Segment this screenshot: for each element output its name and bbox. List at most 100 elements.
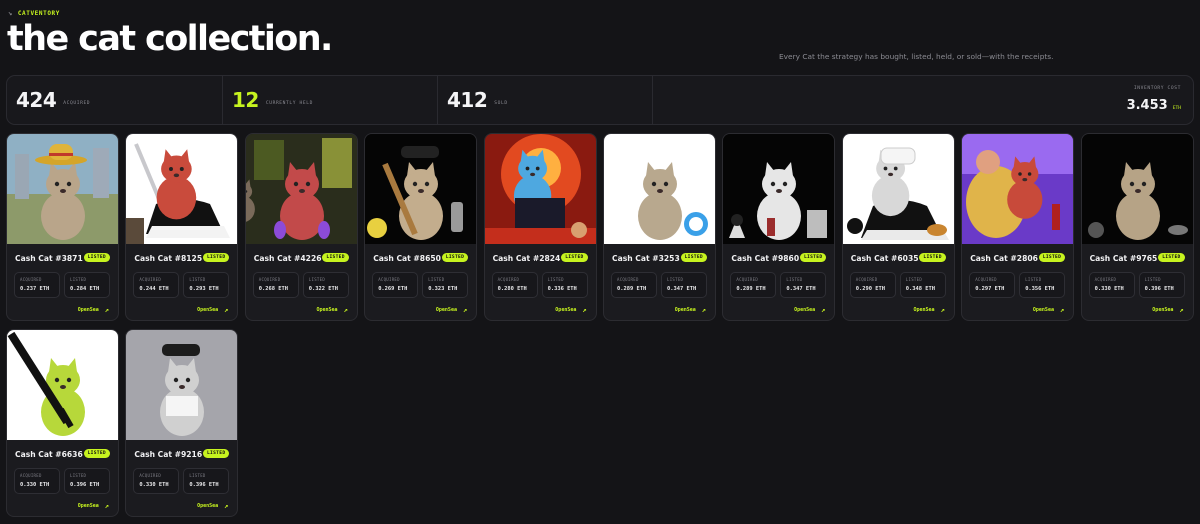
- cat-name: Cash Cat #6035: [850, 254, 919, 263]
- status-badge: LISTED: [322, 253, 349, 262]
- listed-price: 0.293 ETH: [189, 286, 219, 292]
- cat-card[interactable]: Cash Cat #8125 LISTED ACQUIRED 0.244 ETH…: [125, 133, 239, 321]
- cat-name: Cash Cat #6636: [15, 450, 83, 459]
- listed-label: LISTED: [70, 277, 87, 282]
- opensea-link[interactable]: OpenSea ↗: [914, 306, 945, 314]
- cat-card[interactable]: Cash Cat #9860 LISTED ACQUIRED 0.289 ETH…: [722, 133, 836, 321]
- cat-card[interactable]: Cash Cat #9765 LISTED ACQUIRED 0.330 ETH…: [1080, 133, 1194, 321]
- page-subtitle: Every Cat the strategy has bought, liste…: [779, 52, 1054, 61]
- external-link-icon: ↗: [104, 306, 109, 314]
- cat-name: Cash Cat #9216: [134, 450, 203, 459]
- cat-card[interactable]: Cash Cat #2806 LISTED ACQUIRED 0.297 ETH…: [961, 133, 1075, 321]
- cat-image[interactable]: [723, 134, 835, 244]
- acquired-price-box: ACQUIRED 0.297 ETH: [969, 272, 1016, 298]
- external-link-icon: ↗: [582, 306, 587, 314]
- status-badge: LISTED: [83, 253, 110, 262]
- cat-name: Cash Cat #3253: [612, 254, 680, 263]
- acquired-price: 0.280 ETH: [497, 286, 527, 292]
- acquired-price-box: ACQUIRED 0.268 ETH: [252, 272, 299, 298]
- cat-name: Cash Cat #2824: [492, 254, 561, 263]
- acquired-price-box: ACQUIRED 0.289 ETH: [730, 272, 777, 298]
- acquired-price: 0.289 ETH: [617, 286, 647, 292]
- cat-image[interactable]: [126, 134, 238, 244]
- status-badge: LISTED: [202, 449, 230, 458]
- opensea-link[interactable]: OpenSea ↗: [78, 306, 109, 314]
- opensea-link[interactable]: OpenSea ↗: [555, 306, 586, 314]
- brand-label: CATVENTORY: [17, 9, 60, 17]
- stat-sold: 412 SOLD: [438, 76, 653, 124]
- cat-card[interactable]: Cash Cat #8650 LISTED ACQUIRED 0.269 ETH…: [364, 133, 478, 321]
- stat-held: 12 CURRENTLY HELD: [223, 76, 438, 124]
- cat-card[interactable]: Cash Cat #6035 LISTED ACQUIRED 0.290 ETH…: [841, 133, 955, 321]
- opensea-link[interactable]: OpenSea ↗: [1033, 306, 1064, 314]
- status-badge: LISTED: [1038, 253, 1066, 262]
- acquired-price-box: ACQUIRED 0.280 ETH: [491, 272, 538, 298]
- opensea-label: OpenSea: [77, 503, 99, 509]
- opensea-label: OpenSea: [197, 503, 219, 509]
- opensea-link[interactable]: OpenSea ↗: [78, 502, 109, 510]
- opensea-link[interactable]: OpenSea ↗: [436, 306, 467, 314]
- cat-image[interactable]: [604, 134, 715, 244]
- acquired-price-box: ACQUIRED 0.244 ETH: [133, 272, 180, 298]
- cat-card[interactable]: Cash Cat #9216 LISTED ACQUIRED 0.330 ETH…: [125, 329, 239, 517]
- listed-price-box: LISTED 0.322 ETH: [302, 272, 349, 298]
- cat-card[interactable]: Cash Cat #4226 LISTED ACQUIRED 0.268 ETH…: [244, 133, 358, 321]
- cat-image[interactable]: [484, 134, 596, 244]
- cat-image[interactable]: [7, 134, 118, 244]
- stat-sold-label: SOLD: [494, 100, 508, 106]
- acquired-price: 0.289 ETH: [736, 286, 766, 292]
- listed-price: 0.284 ETH: [70, 286, 100, 292]
- opensea-link[interactable]: OpenSea ↗: [197, 502, 228, 510]
- cat-art-stop-cat-cap: [126, 330, 238, 440]
- listed-label: LISTED: [667, 277, 684, 282]
- opensea-link[interactable]: OpenSea ↗: [1152, 306, 1183, 314]
- cat-card[interactable]: Cash Cat #3871 LISTED ACQUIRED 0.237 ETH…: [6, 133, 119, 321]
- cat-image[interactable]: [962, 134, 1074, 244]
- cat-image[interactable]: [7, 330, 118, 440]
- listed-price-box: LISTED 0.348 ETH: [899, 272, 946, 298]
- listed-label: LISTED: [70, 473, 87, 478]
- opensea-label: OpenSea: [435, 307, 457, 313]
- stat-acquired-value: 424: [16, 88, 57, 112]
- opensea-label: OpenSea: [674, 307, 696, 313]
- stats-bar: 424 ACQUIRED 12 CURRENTLY HELD 412 SOLD …: [6, 75, 1194, 125]
- opensea-link[interactable]: OpenSea ↗: [794, 306, 825, 314]
- cat-name: Cash Cat #9765: [1089, 254, 1158, 263]
- listed-label: LISTED: [189, 473, 206, 478]
- listed-price-box: LISTED 0.347 ETH: [661, 272, 707, 298]
- cat-art-red-maid-cat-with-sword: [126, 134, 238, 244]
- listed-price: 0.348 ETH: [905, 286, 936, 292]
- acquired-price-box: ACQUIRED 0.289 ETH: [611, 272, 657, 298]
- cat-image[interactable]: [126, 330, 238, 440]
- acquired-label: ACQUIRED: [497, 277, 520, 282]
- cat-card[interactable]: Cash Cat #3253 LISTED ACQUIRED 0.289 ETH…: [603, 133, 716, 321]
- listed-price: 0.396 ETH: [1144, 286, 1174, 292]
- cat-image[interactable]: [245, 134, 357, 244]
- external-link-icon: ↗: [1179, 306, 1184, 314]
- cat-art-cat-black-bg: [1081, 134, 1193, 244]
- cat-image[interactable]: [1081, 134, 1193, 244]
- stat-sold-value: 412: [447, 88, 488, 112]
- listed-label: LISTED: [905, 277, 923, 282]
- acquired-price: 0.330 ETH: [20, 482, 50, 488]
- listed-label: LISTED: [428, 277, 445, 282]
- cat-art-ushanka-maid-cat: [842, 134, 954, 244]
- status-badge: LISTED: [680, 253, 707, 262]
- listed-price: 0.322 ETH: [308, 286, 339, 292]
- external-link-icon: ↗: [701, 306, 706, 314]
- opensea-link[interactable]: OpenSea ↗: [675, 306, 706, 314]
- cat-card[interactable]: Cash Cat #6636 LISTED ACQUIRED 0.330 ETH…: [6, 329, 119, 517]
- cat-art-blue-cat-fire: [484, 134, 596, 244]
- opensea-link[interactable]: OpenSea ↗: [317, 306, 348, 314]
- stat-acquired-label: ACQUIRED: [63, 100, 91, 106]
- acquired-price: 0.268 ETH: [258, 286, 289, 292]
- opensea-link[interactable]: OpenSea ↗: [197, 306, 228, 314]
- status-badge: LISTED: [83, 449, 110, 458]
- cat-image[interactable]: [842, 134, 954, 244]
- listed-price: 0.396 ETH: [189, 482, 219, 488]
- cat-image[interactable]: [365, 134, 477, 244]
- cat-card[interactable]: Cash Cat #2824 LISTED ACQUIRED 0.280 ETH…: [483, 133, 597, 321]
- opensea-label: OpenSea: [197, 307, 219, 313]
- opensea-label: OpenSea: [913, 307, 935, 313]
- external-link-icon: ↗: [224, 306, 229, 314]
